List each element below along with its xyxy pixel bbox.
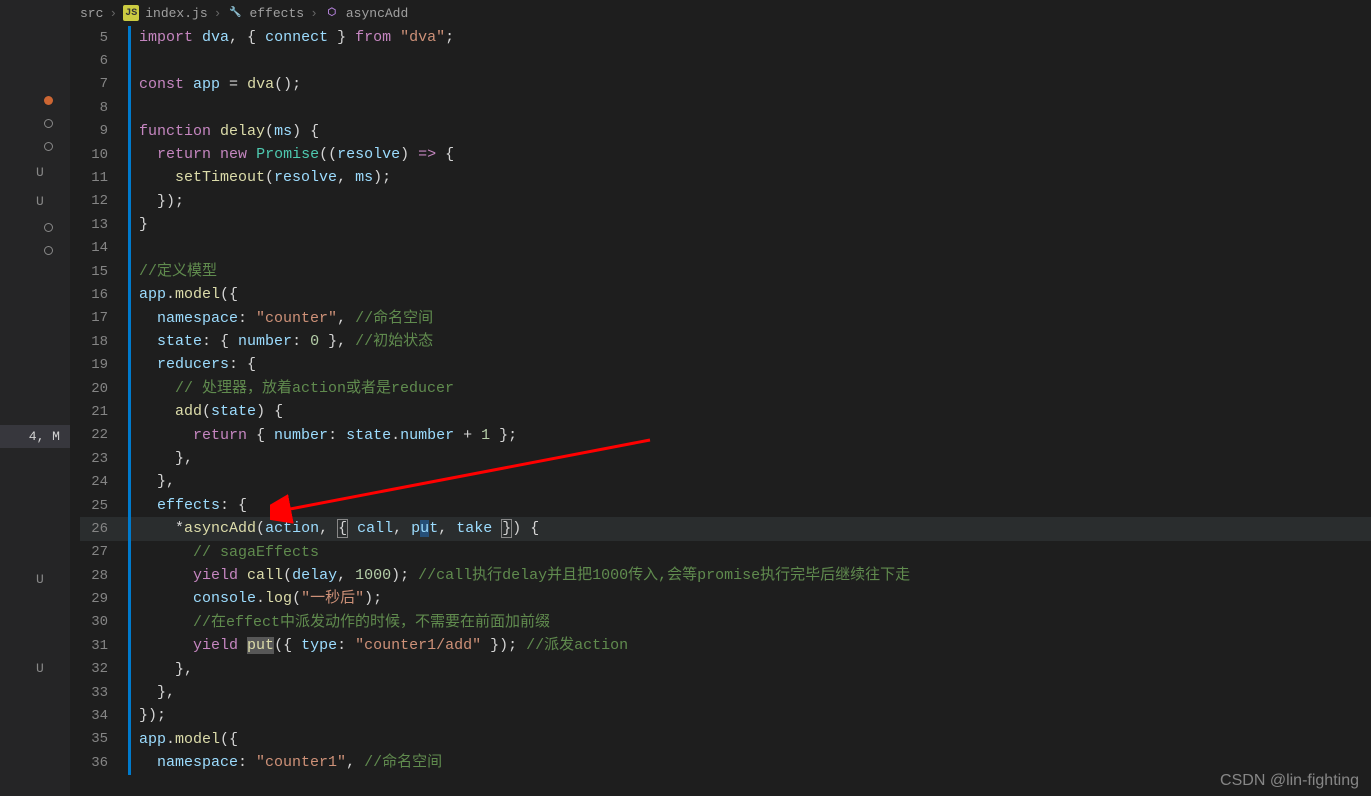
method-icon: ⬡ xyxy=(324,5,340,21)
code-line[interactable]: 23 }, xyxy=(80,447,1371,470)
line-number: 34 xyxy=(80,708,128,724)
breadcrumb-method[interactable]: asyncAdd xyxy=(346,6,408,21)
code-line[interactable]: 10 return new Promise((resolve) => { xyxy=(80,143,1371,166)
code-line[interactable]: 17 namespace: "counter", //命名空间 xyxy=(80,307,1371,330)
line-number: 25 xyxy=(80,498,128,514)
file-modified-dot xyxy=(44,96,53,105)
code-line[interactable]: 16app.model({ xyxy=(80,283,1371,306)
line-number: 8 xyxy=(80,100,128,116)
line-number: 20 xyxy=(80,381,128,397)
code-line[interactable]: 5import dva, { connect } from "dva"; xyxy=(80,26,1371,49)
code-line[interactable]: 21 add(state) { xyxy=(80,400,1371,423)
code-line[interactable]: 25 effects: { xyxy=(80,494,1371,517)
code-line[interactable]: 26 *asyncAdd(action, { call, put, take }… xyxy=(80,517,1371,540)
code-line[interactable]: 18 state: { number: 0 }, //初始状态 xyxy=(80,330,1371,353)
active-file-badge[interactable]: 4, M xyxy=(0,425,70,448)
code-line[interactable]: 31 yield put({ type: "counter1/add" }); … xyxy=(80,634,1371,657)
chevron-right-icon: › xyxy=(109,6,117,21)
code-editor[interactable]: 5import dva, { connect } from "dva"; 6 7co… xyxy=(80,26,1371,796)
chevron-right-icon: › xyxy=(214,6,222,21)
line-number: 28 xyxy=(80,568,128,584)
line-number: 5 xyxy=(80,30,128,46)
wrench-icon: 🔧 xyxy=(227,5,243,21)
line-number: 21 xyxy=(80,404,128,420)
code-line[interactable]: 27 // sagaEffects xyxy=(80,541,1371,564)
code-line[interactable]: 20 // 处理器，放着action或者是reducer xyxy=(80,377,1371,400)
line-number: 29 xyxy=(80,591,128,607)
code-line[interactable]: 35app.model({ xyxy=(80,728,1371,751)
code-line[interactable]: 22 return { number: state.number + 1 }; xyxy=(80,424,1371,447)
explorer-sidebar: U U 4, M U U xyxy=(0,0,70,796)
code-line[interactable]: 13} xyxy=(80,213,1371,236)
line-number: 19 xyxy=(80,357,128,373)
line-number: 23 xyxy=(80,451,128,467)
file-status-u: U xyxy=(36,661,70,676)
code-line[interactable]: 34}); xyxy=(80,704,1371,727)
line-number: 33 xyxy=(80,685,128,701)
file-status-u: U xyxy=(36,165,70,180)
breadcrumb-src[interactable]: src xyxy=(80,6,103,21)
code-line[interactable]: 9function delay(ms) { xyxy=(80,120,1371,143)
file-dot xyxy=(44,142,53,151)
code-line[interactable]: 14 xyxy=(80,237,1371,260)
file-dot xyxy=(44,223,53,232)
line-number: 17 xyxy=(80,310,128,326)
breadcrumb[interactable]: src › JS index.js › 🔧 effects › ⬡ asyncA… xyxy=(80,2,408,24)
line-number: 30 xyxy=(80,614,128,630)
file-status-u: U xyxy=(36,572,70,587)
line-number: 12 xyxy=(80,193,128,209)
line-number: 16 xyxy=(80,287,128,303)
code-line[interactable]: 33 }, xyxy=(80,681,1371,704)
code-line[interactable]: 36 namespace: "counter1", //命名空间 xyxy=(80,751,1371,774)
line-number: 11 xyxy=(80,170,128,186)
line-number: 7 xyxy=(80,76,128,92)
line-number: 18 xyxy=(80,334,128,350)
code-line[interactable]: 28 yield call(delay, 1000); //call执行dela… xyxy=(80,564,1371,587)
line-number: 35 xyxy=(80,731,128,747)
chevron-right-icon: › xyxy=(310,6,318,21)
line-number: 26 xyxy=(80,521,128,537)
file-status-u: U xyxy=(36,194,70,209)
line-number: 14 xyxy=(80,240,128,256)
line-number: 13 xyxy=(80,217,128,233)
line-number: 36 xyxy=(80,755,128,771)
line-number: 6 xyxy=(80,53,128,69)
code-line[interactable]: 11 setTimeout(resolve, ms); xyxy=(80,166,1371,189)
file-dot xyxy=(44,119,53,128)
line-number: 9 xyxy=(80,123,128,139)
watermark: CSDN @lin-fighting xyxy=(1220,772,1359,790)
file-dot xyxy=(44,246,53,255)
code-line[interactable]: 8 xyxy=(80,96,1371,119)
code-line[interactable]: 15//定义模型 xyxy=(80,260,1371,283)
code-line[interactable]: 6 xyxy=(80,49,1371,72)
line-number: 32 xyxy=(80,661,128,677)
code-line[interactable]: 12 }); xyxy=(80,190,1371,213)
line-number: 10 xyxy=(80,147,128,163)
breadcrumb-effects[interactable]: effects xyxy=(249,6,304,21)
line-number: 24 xyxy=(80,474,128,490)
line-number: 31 xyxy=(80,638,128,654)
code-line[interactable]: 29 console.log("一秒后"); xyxy=(80,587,1371,610)
code-line[interactable]: 30 //在effect中派发动作的时候，不需要在前面加前缀 xyxy=(80,611,1371,634)
code-line[interactable]: 19 reducers: { xyxy=(80,353,1371,376)
code-line[interactable]: 24 }, xyxy=(80,470,1371,493)
line-number: 22 xyxy=(80,427,128,443)
line-number: 27 xyxy=(80,544,128,560)
js-file-icon: JS xyxy=(123,5,139,21)
breadcrumb-file[interactable]: index.js xyxy=(145,6,207,21)
code-line[interactable]: 32 }, xyxy=(80,658,1371,681)
code-line[interactable]: 7const app = dva(); xyxy=(80,73,1371,96)
line-number: 15 xyxy=(80,264,128,280)
